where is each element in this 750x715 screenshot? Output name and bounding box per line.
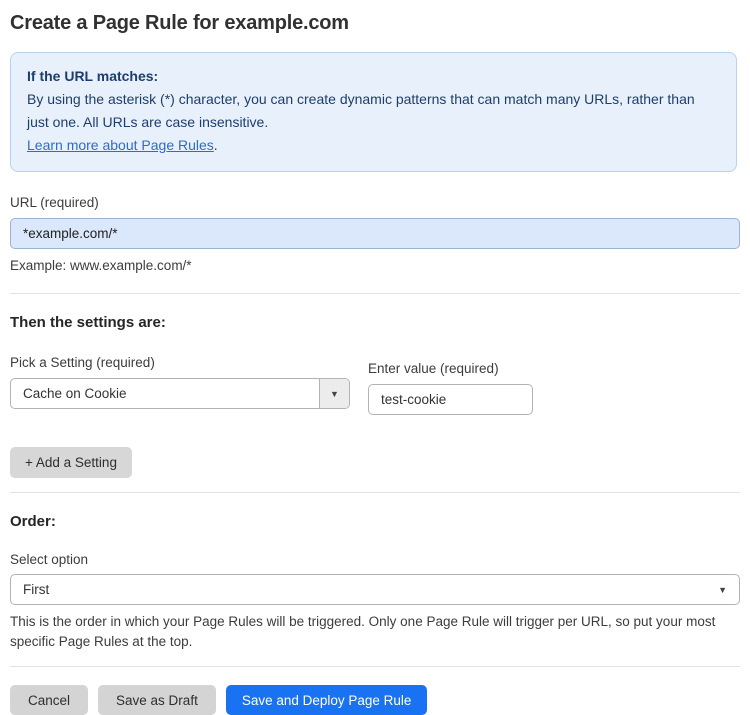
info-box-body: By using the asterisk (*) character, you… (27, 91, 695, 130)
divider (10, 666, 740, 667)
info-box-heading: If the URL matches: (27, 68, 159, 84)
chevron-down-icon: ▼ (330, 388, 339, 399)
select-option-label: Select option (10, 552, 89, 567)
setting-dropdown-button[interactable]: ▼ (319, 379, 349, 408)
save-and-deploy-button[interactable]: Save and Deploy Page Rule (225, 685, 428, 715)
chevron-down-icon: ▼ (718, 584, 727, 595)
pick-setting-column: Pick a Setting (required) Cache on Cooki… (10, 355, 350, 415)
setting-dropdown-value: Cache on Cookie (23, 386, 127, 401)
enter-value-column: Enter value (required) (368, 361, 533, 415)
url-label: URL (required) (10, 195, 99, 210)
setting-value-input[interactable] (368, 384, 533, 415)
order-heading: Order: (10, 513, 56, 530)
link-period: . (213, 137, 218, 153)
setting-dropdown[interactable]: Cache on Cookie ▼ (10, 378, 350, 409)
order-helper-text: This is the order in which your Page Rul… (10, 614, 716, 649)
divider (10, 293, 740, 294)
settings-row: Pick a Setting (required) Cache on Cooki… (10, 355, 737, 415)
info-box-link-line: Learn more about Page Rules. (27, 134, 720, 157)
order-dropdown[interactable]: First ▼ (10, 574, 740, 605)
footer-actions: Cancel Save as Draft Save and Deploy Pag… (10, 685, 737, 715)
cancel-button[interactable]: Cancel (10, 685, 89, 715)
add-setting-button[interactable]: + Add a Setting (10, 447, 132, 478)
order-dropdown-value: First (23, 582, 50, 597)
enter-value-label: Enter value (required) (368, 361, 499, 376)
save-as-draft-button[interactable]: Save as Draft (98, 685, 216, 715)
settings-heading: Then the settings are: (10, 314, 166, 331)
learn-more-link[interactable]: Learn more about Page Rules (27, 137, 214, 153)
url-example-text: Example: www.example.com/* (10, 258, 192, 273)
pick-setting-label: Pick a Setting (required) (10, 355, 155, 370)
page-title: Create a Page Rule for example.com (10, 12, 349, 34)
url-input[interactable] (10, 218, 740, 249)
page-rule-form: Create a Page Rule for example.com If th… (0, 0, 750, 715)
divider (10, 492, 740, 493)
url-match-info-box: If the URL matches: By using the asteris… (10, 52, 737, 172)
